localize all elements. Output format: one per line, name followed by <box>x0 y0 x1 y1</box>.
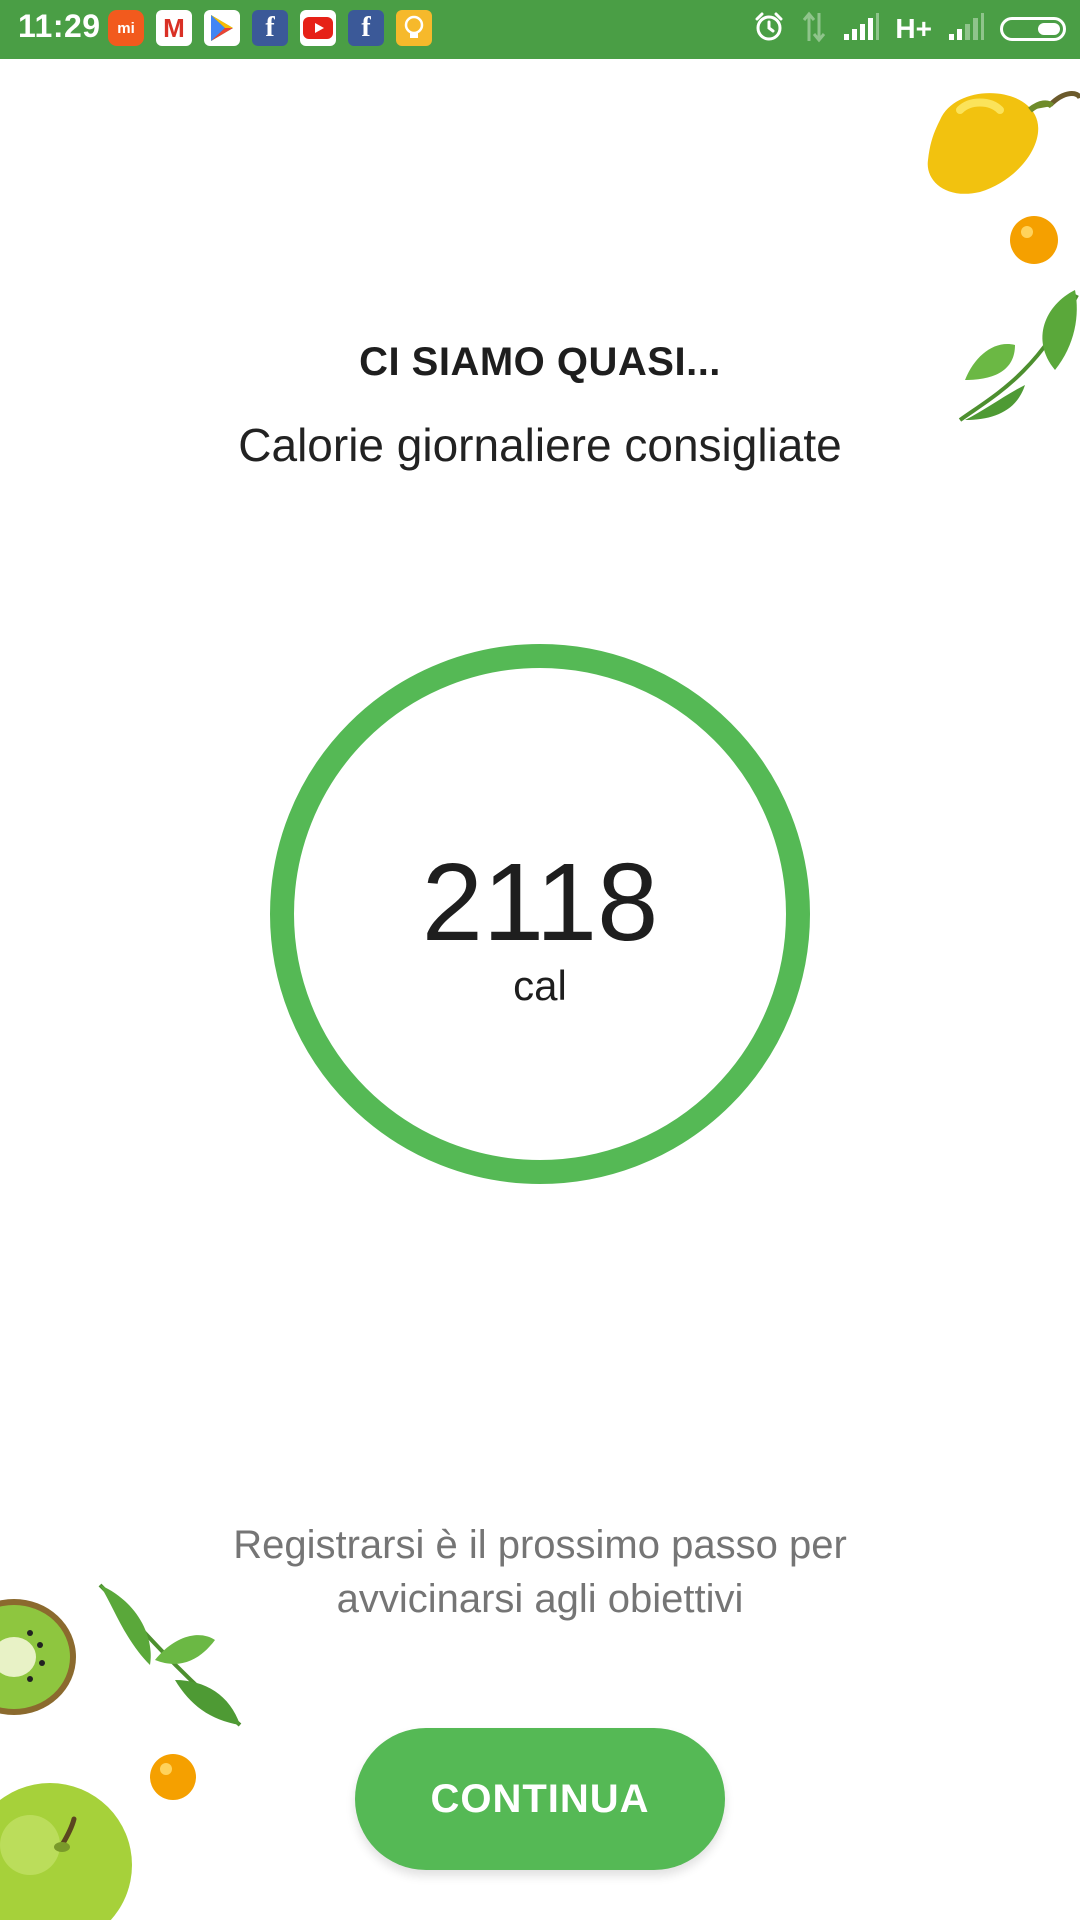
mi-icon: mi <box>108 10 144 46</box>
orange-berry-icon <box>150 1754 196 1800</box>
notification-icons: mi M f f <box>108 10 432 46</box>
facebook-icon: f <box>348 10 384 46</box>
gmail-icon: M <box>156 10 192 46</box>
network-type: H+ <box>895 13 932 44</box>
youtube-icon <box>300 10 336 46</box>
kiwi-icon <box>0 1599 76 1715</box>
screen: 11:29 mi M f f H+ CI SIAMO QUASI... Calo… <box>0 0 1080 1920</box>
yellow-pepper-icon <box>927 91 1080 194</box>
registration-message: Registrarsi è il prossimo passo per avvi… <box>233 1523 847 1621</box>
calorie-value: 2118 <box>421 841 659 964</box>
battery-icon <box>1000 17 1066 41</box>
calorie-unit: cal <box>513 962 567 1009</box>
page-eyebrow: CI SIAMO QUASI... <box>359 340 721 384</box>
orange-berry-icon <box>1010 216 1058 264</box>
green-apple-icon <box>0 1783 132 1920</box>
battery-level <box>1038 23 1060 35</box>
play-store-icon <box>204 10 240 46</box>
bulb-icon <box>396 10 432 46</box>
signal-icon <box>948 12 984 47</box>
data-arrows-icon <box>801 11 827 48</box>
status-time: 11:29 <box>18 8 101 44</box>
system-icons: H+ <box>753 10 1066 48</box>
facebook-icon: f <box>252 10 288 46</box>
signal-icon <box>843 12 880 47</box>
alarm-icon <box>753 11 785 48</box>
page-title: Calorie giornaliere consigliate <box>238 419 842 471</box>
status-bar: 11:29 mi M f f H+ <box>0 0 1080 59</box>
continue-button[interactable]: CONTINUA <box>355 1728 725 1870</box>
